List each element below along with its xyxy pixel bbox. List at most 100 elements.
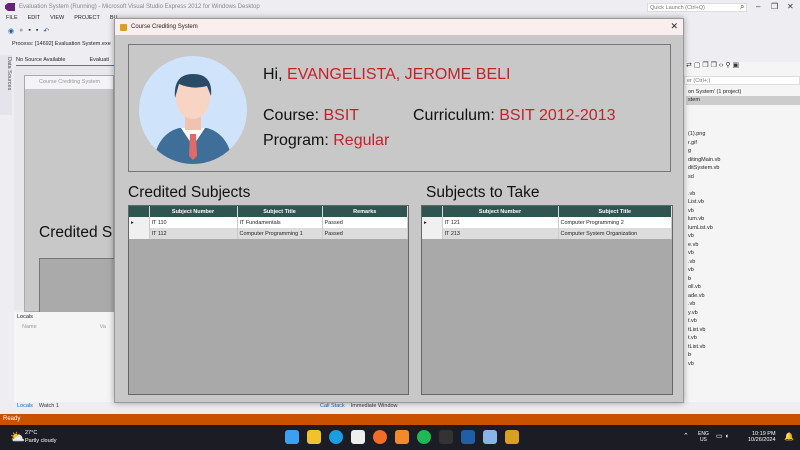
solution-item[interactable]: ditingMain.vb (686, 156, 800, 165)
save-icon[interactable]: ▪ (28, 27, 30, 35)
edge-icon[interactable] (329, 430, 343, 444)
cell-subject-title[interactable]: IT Fundamentals (237, 217, 323, 228)
file-explorer-icon[interactable] (307, 430, 321, 444)
solution-item[interactable]: b (686, 275, 800, 284)
menu-project[interactable]: PROJECT (74, 15, 100, 24)
solution-item[interactable]: on System' (1 project) (686, 88, 800, 97)
solution-item[interactable] (686, 113, 800, 122)
col-subject-title[interactable]: Subject Title (237, 206, 323, 217)
visual-studio-icon[interactable] (461, 430, 475, 444)
cell-remarks[interactable]: Passed (322, 228, 408, 239)
dialog-close-button[interactable]: ✕ (670, 21, 678, 32)
solution-item[interactable] (686, 122, 800, 131)
table-row[interactable]: IT 213 Computer System Organization (422, 228, 672, 239)
solution-item[interactable]: vb (686, 266, 800, 275)
minimize-button[interactable]: – (756, 2, 760, 11)
search-icon[interactable]: ⌕ (740, 2, 744, 12)
notification-icon[interactable]: 🔔 (784, 432, 794, 441)
subjects-to-take-grid[interactable]: Subject Number Subject Title ▸ IT 121 Co… (421, 205, 673, 395)
solution-search-input[interactable]: er (Ctrl+;) (684, 76, 800, 85)
solution-item[interactable] (686, 105, 800, 114)
row-selector-icon[interactable]: ▸ (129, 217, 150, 228)
network-volume-icon[interactable]: ▭ ◖ (716, 432, 729, 440)
solution-item[interactable] (686, 181, 800, 190)
solution-item[interactable]: e.vb (686, 241, 800, 250)
solution-item[interactable]: y.vb (686, 309, 800, 318)
cell-subject-number[interactable]: IT 112 (149, 228, 238, 239)
solution-item[interactable]: tList.vb (686, 326, 800, 335)
solution-item[interactable]: vb (686, 249, 800, 258)
menu-view[interactable]: VIEW (50, 15, 64, 24)
close-window-button[interactable]: ✕ (787, 2, 794, 11)
terminal-icon[interactable] (439, 430, 453, 444)
tab-immediate-window[interactable]: Immediate Window (351, 403, 398, 409)
col-subject-title[interactable]: Subject Title (558, 206, 672, 217)
credited-subjects-grid[interactable]: Subject Number Subject Title Remarks ▸ I… (128, 205, 409, 395)
solution-item[interactable]: b (686, 351, 800, 360)
store-icon[interactable] (351, 430, 365, 444)
tab-locals[interactable]: Locals (17, 403, 33, 409)
solution-item[interactable]: sd (686, 173, 800, 182)
tray-chevron-icon[interactable]: ⌃ (683, 432, 689, 440)
col-subject-number[interactable]: Subject Number (442, 206, 559, 217)
table-row[interactable]: ▸ IT 110 IT Fundamentals Passed (129, 217, 408, 228)
spotify-icon[interactable] (417, 430, 431, 444)
col-remarks[interactable]: Remarks (322, 206, 408, 217)
solution-item[interactable]: t.vb (686, 334, 800, 343)
cell-subject-title[interactable]: Computer Programming 1 (237, 228, 323, 239)
solution-item[interactable]: ditSystem.vb (686, 164, 800, 173)
weather-temp[interactable]: 27°C (25, 430, 37, 436)
solution-item[interactable]: .vb (686, 190, 800, 199)
cell-remarks[interactable]: Passed (322, 217, 408, 228)
menu-file[interactable]: FILE (6, 15, 18, 24)
firefox-icon[interactable] (373, 430, 387, 444)
cell-subject-number[interactable]: IT 121 (442, 217, 559, 228)
solution-item[interactable]: stem (686, 96, 800, 105)
solution-item[interactable]: r.gif (686, 139, 800, 148)
solution-item[interactable]: ade.vb (686, 292, 800, 301)
row-selector[interactable] (422, 228, 443, 239)
row-selector-icon[interactable]: ▸ (422, 217, 443, 228)
start-icon[interactable] (285, 430, 299, 444)
table-row[interactable]: IT 112 Computer Programming 1 Passed (129, 228, 408, 239)
table-row[interactable]: ▸ IT 121 Computer Programming 2 (422, 217, 672, 228)
solution-item[interactable]: lum.vb (686, 215, 800, 224)
process-selector[interactable]: Process: [14692] Evaluation System.exe (12, 41, 111, 47)
restore-button[interactable]: ❐ (771, 2, 778, 11)
tab-watch1[interactable]: Watch 1 (39, 403, 59, 409)
solution-item[interactable]: vb (686, 360, 800, 369)
weather-desc[interactable]: Partly cloudy (25, 438, 57, 444)
solution-item[interactable]: (1).png (686, 130, 800, 139)
tab-call-stack[interactable]: Call Stack (320, 403, 345, 409)
cell-subject-title[interactable]: Computer Programming 2 (558, 217, 672, 228)
xampp-icon[interactable] (395, 430, 409, 444)
language-indicator[interactable]: ENG US (698, 431, 709, 443)
undo-icon[interactable]: ↶ (43, 27, 49, 35)
solution-item[interactable]: List.vb (686, 198, 800, 207)
solution-item[interactable]: .vb (686, 258, 800, 267)
notepad-icon[interactable] (483, 430, 497, 444)
solution-item[interactable]: vb (686, 207, 800, 216)
solution-item[interactable]: g (686, 147, 800, 156)
cell-subject-number[interactable]: IT 213 (442, 228, 559, 239)
solution-item[interactable]: vb (686, 232, 800, 241)
solution-item[interactable]: oll.vb (686, 283, 800, 292)
tab-no-source[interactable]: No Source Available (16, 57, 65, 63)
cell-subject-title[interactable]: Computer System Organization (558, 228, 672, 239)
back-icon[interactable]: ◉ (8, 27, 14, 35)
solution-item[interactable]: .vb (686, 300, 800, 309)
clock[interactable]: 10:19 PM 10/26/2024 (748, 431, 776, 443)
save-all-icon[interactable]: ▪ (36, 27, 38, 35)
cell-subject-number[interactable]: IT 110 (149, 217, 238, 228)
forward-icon[interactable]: ● (19, 27, 23, 35)
solution-item[interactable]: tList.vb (686, 343, 800, 352)
row-selector[interactable] (129, 228, 150, 239)
menu-edit[interactable]: EDIT (28, 15, 41, 24)
tab-evaluation[interactable]: Evaluati (89, 57, 109, 63)
solution-item[interactable]: t.vb (686, 317, 800, 326)
data-sources-tab[interactable]: Data Sources (0, 55, 12, 115)
col-subject-number[interactable]: Subject Number (149, 206, 238, 217)
weather-icon[interactable]: ⛅ (10, 430, 25, 444)
solution-item[interactable]: lumList.vb (686, 224, 800, 233)
app-taskbar-icon[interactable] (505, 430, 519, 444)
